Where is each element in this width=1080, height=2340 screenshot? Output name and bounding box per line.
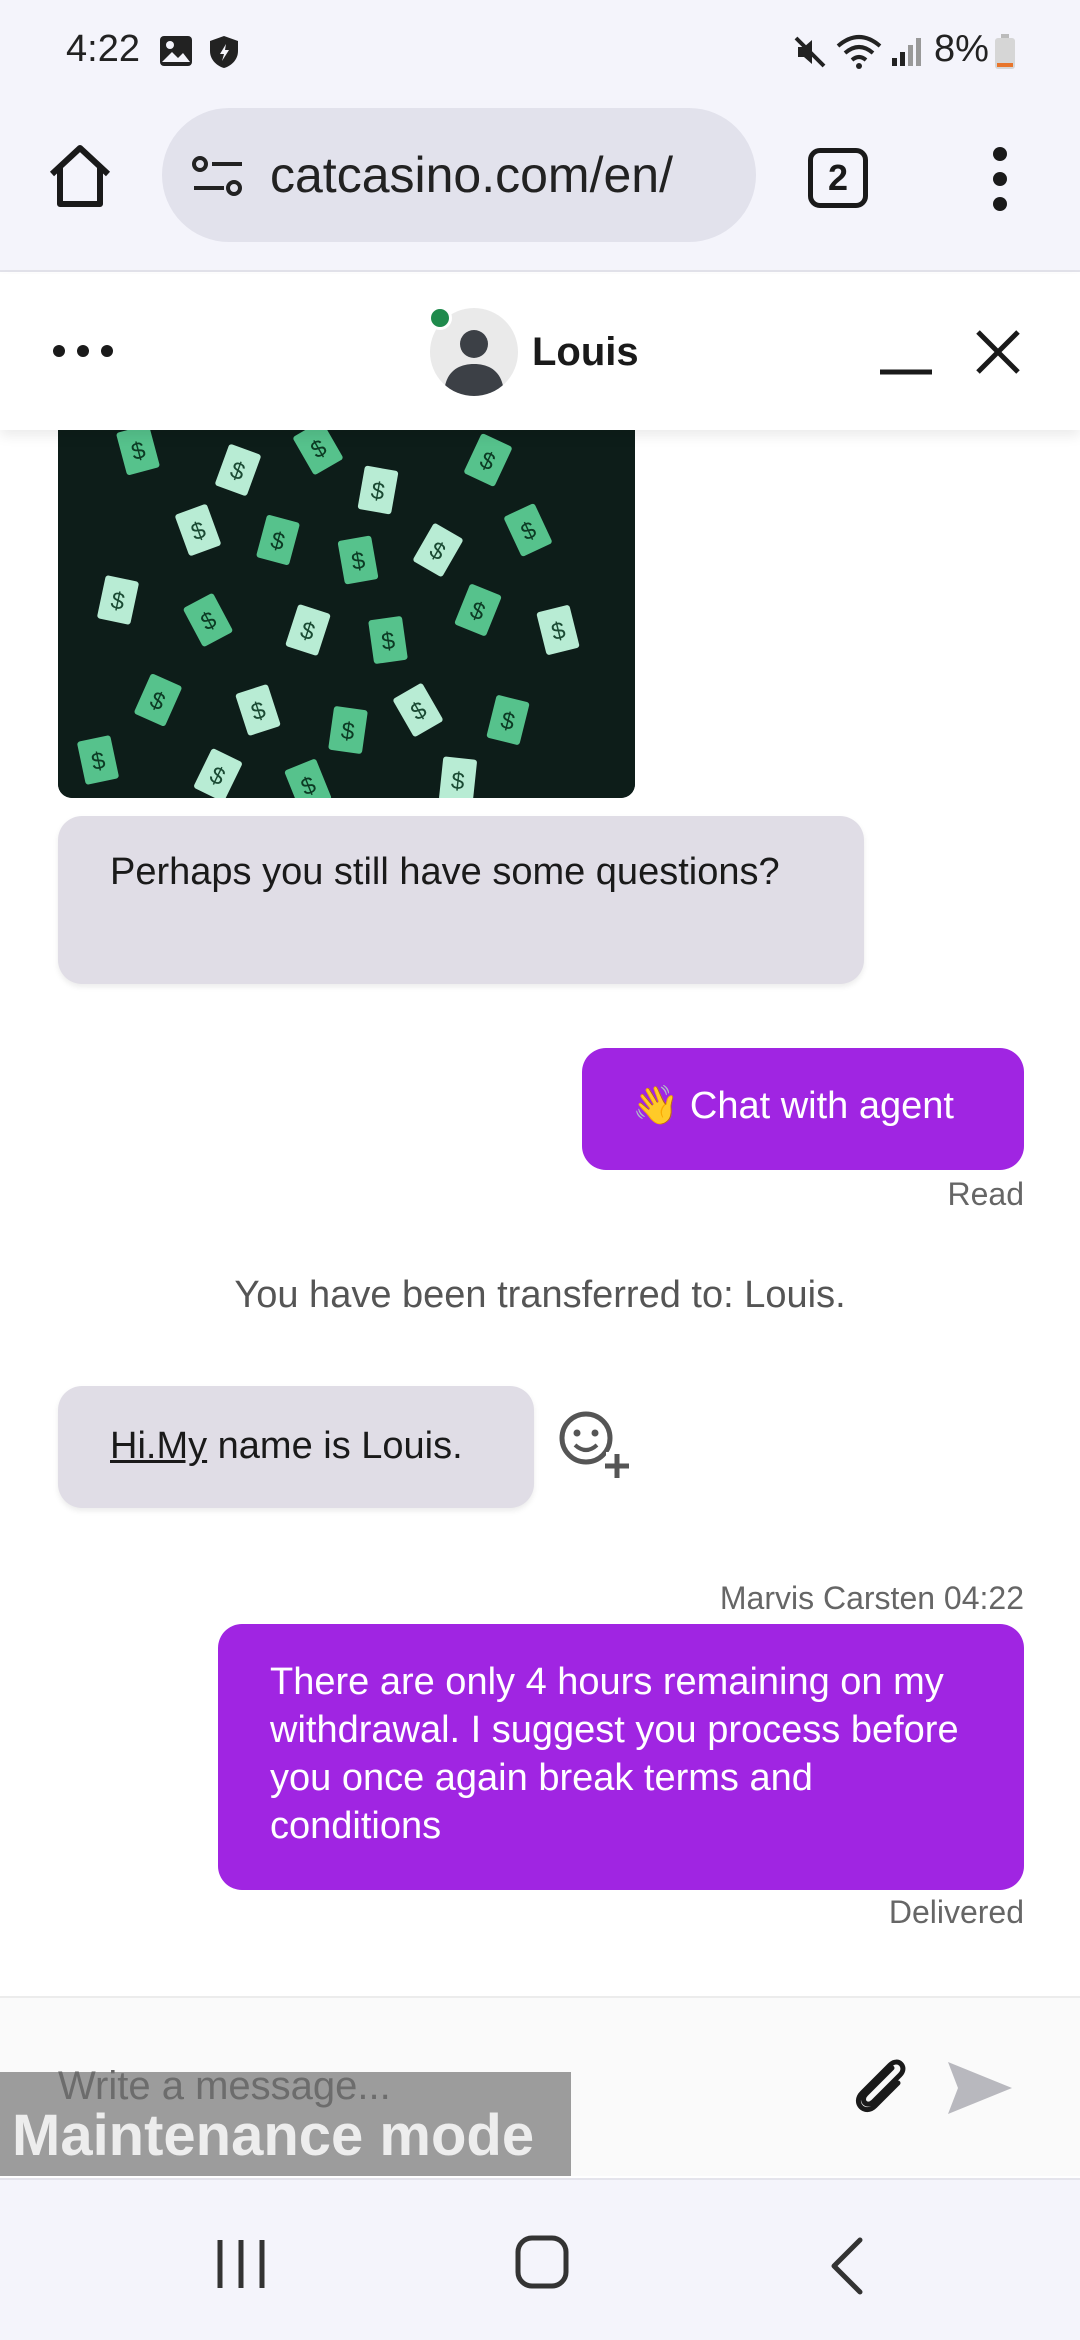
- battery-icon: [995, 34, 1015, 69]
- shield-icon: [210, 36, 238, 68]
- online-status-dot: [428, 306, 452, 330]
- wifi-icon: [836, 35, 882, 69]
- message-list[interactable]: $ $: [0, 430, 1080, 1996]
- close-icon[interactable]: [972, 326, 1024, 378]
- delivered-status: Delivered: [888, 1894, 1024, 1930]
- recents-icon[interactable]: [214, 2236, 268, 2292]
- more-vert-icon[interactable]: [982, 144, 1018, 214]
- attachment-icon[interactable]: [848, 2054, 914, 2120]
- site-settings-icon[interactable]: [190, 152, 246, 200]
- signal-icon: [892, 38, 921, 66]
- user-message-text: There are only 4 hours remaining on my w…: [270, 1661, 959, 1847]
- url-text: catcasino.com/en/: [270, 147, 673, 203]
- image-icon: [160, 36, 192, 66]
- read-status: Read: [947, 1176, 1025, 1212]
- chat-with-agent-button[interactable]: 👋 Chat with agent: [582, 1048, 1024, 1170]
- money-gif-image: $ $: [58, 430, 635, 798]
- greeting-text: name is Louis.: [207, 1425, 463, 1467]
- greeting-link[interactable]: Hi.My: [110, 1425, 207, 1467]
- back-icon[interactable]: [826, 2236, 866, 2296]
- transfer-notice: You have been transferred to: Louis.: [234, 1274, 846, 1316]
- bot-message-text: Perhaps you still have some questions?: [110, 851, 780, 893]
- home-nav-icon[interactable]: [514, 2234, 570, 2290]
- user-message-bubble: There are only 4 hours remaining on my w…: [218, 1624, 1024, 1890]
- agent-name: Louis: [532, 330, 639, 374]
- battery-percent: 8%: [934, 28, 989, 70]
- maintenance-mode-overlay: Maintenance mode: [0, 2072, 571, 2176]
- system-navigation-bar: [0, 2178, 1080, 2340]
- status-bar: 4:22 8%: [0, 0, 1080, 100]
- home-icon[interactable]: [44, 140, 116, 212]
- status-time: 4:22: [66, 28, 140, 70]
- tab-switcher-button[interactable]: 2: [808, 148, 868, 208]
- send-icon[interactable]: [944, 2058, 1016, 2118]
- add-reaction-icon[interactable]: [556, 1408, 630, 1482]
- browser-toolbar: catcasino.com/en/ 2: [0, 100, 1080, 272]
- money-rain-illustration: $ $: [58, 430, 635, 798]
- bot-message-bubble: Perhaps you still have some questions?: [58, 816, 864, 984]
- address-bar[interactable]: catcasino.com/en/: [162, 108, 756, 242]
- message-sender-meta: Marvis Carsten 04:22: [719, 1580, 1024, 1616]
- wave-emoji-icon: 👋: [632, 1085, 680, 1127]
- chat-with-agent-label: Chat with agent: [689, 1085, 954, 1127]
- agent-message-bubble: Hi.My name is Louis.: [58, 1386, 534, 1508]
- minimize-icon[interactable]: [878, 334, 934, 378]
- mute-icon: [794, 36, 826, 68]
- chat-header: Louis: [0, 274, 1080, 430]
- more-horiz-icon[interactable]: [50, 336, 116, 366]
